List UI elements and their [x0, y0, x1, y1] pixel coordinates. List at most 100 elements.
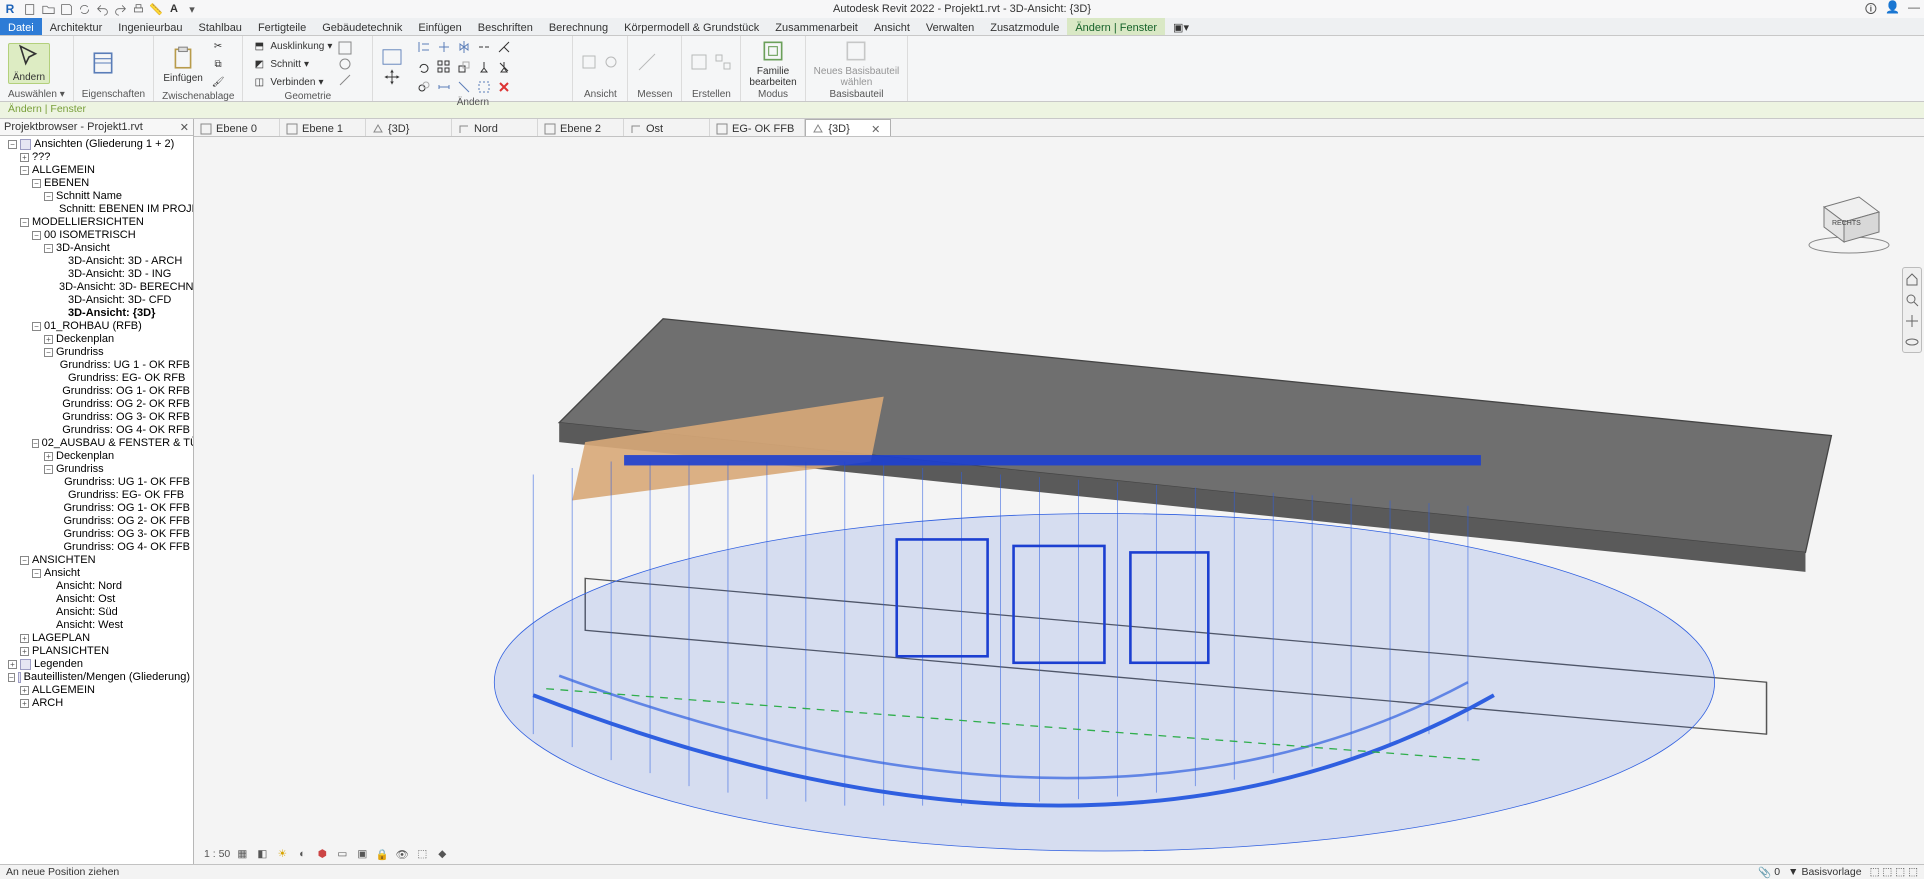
ribbon-expand-icon[interactable]: ▣▾	[1165, 18, 1197, 35]
reveal-icon[interactable]: ⬚	[414, 846, 430, 862]
tab-gebaeudetechnik[interactable]: Gebäudetechnik	[314, 18, 410, 35]
tab-berechnung[interactable]: Berechnung	[541, 18, 616, 35]
tree-ffb-og1[interactable]: Grundriss: OG 1- OK FFB	[63, 502, 190, 515]
delete-button[interactable]	[495, 78, 513, 96]
tree-lageplan[interactable]: LAGEPLAN	[32, 632, 90, 645]
view-tab-7[interactable]: {3D}✕	[805, 119, 891, 136]
tree-ffb-ug1[interactable]: Grundriss: UG 1- OK FFB	[64, 476, 190, 489]
view-scale[interactable]: 1 : 50	[204, 848, 230, 860]
tree-01-rohbau[interactable]: 01_ROHBAU (RFB)	[44, 320, 142, 333]
tree-modelliersichten[interactable]: MODELLIERSICHTEN	[32, 216, 144, 229]
worksharing-icon[interactable]: ◆	[434, 846, 450, 862]
view-tab-3[interactable]: Nord	[452, 119, 538, 136]
qat-undo-icon[interactable]	[94, 1, 110, 17]
navcube[interactable]: RECHTS	[1804, 177, 1894, 257]
cut-geom-button[interactable]: ◩Schnitt ▾	[251, 56, 332, 72]
tree-rohbau-deckenplan[interactable]: Deckenplan	[56, 333, 114, 346]
tab-beschriften[interactable]: Beschriften	[470, 18, 541, 35]
window-user-icon[interactable]: 👤	[1885, 0, 1900, 21]
tab-ingenieurbau[interactable]: Ingenieurbau	[110, 18, 190, 35]
view-tab-1[interactable]: Ebene 1	[280, 119, 366, 136]
nav-pan-icon[interactable]	[1905, 314, 1919, 328]
tree-02-ausbau[interactable]: 02_AUSBAU & FENSTER & TÜREN (FFB)	[42, 437, 193, 450]
visual-style-icon[interactable]: ◧	[254, 846, 270, 862]
mirror-button[interactable]	[455, 38, 473, 56]
tree-arch[interactable]: ARCH	[32, 697, 63, 710]
qat-open-icon[interactable]	[40, 1, 56, 17]
tree-ansichten[interactable]: ANSICHTEN	[32, 554, 96, 567]
activate-button[interactable]	[381, 48, 403, 66]
tab-stahlbau[interactable]: Stahlbau	[191, 18, 250, 35]
edit-family-button[interactable]: Familiebearbeiten	[749, 38, 796, 88]
shadows-icon[interactable]: ◐	[294, 846, 310, 862]
geom-icon-1[interactable]	[338, 41, 352, 55]
tree-rfb-og1[interactable]: Grundriss: OG 1- OK RFB	[62, 385, 190, 398]
split-button[interactable]	[475, 38, 493, 56]
tab-ansicht[interactable]: Ansicht	[866, 18, 918, 35]
view-tab-2[interactable]: {3D}	[366, 119, 452, 136]
pin-button[interactable]	[475, 58, 493, 76]
tree-ansicht-nord[interactable]: Ansicht: Nord	[56, 580, 122, 593]
tree-00-iso[interactable]: 00 ISOMETRISCH	[44, 229, 136, 242]
tree-ffb-og4[interactable]: Grundriss: OG 4- OK FFB	[63, 541, 190, 554]
detail-level-icon[interactable]: ▦	[234, 846, 250, 862]
tree-plansichten[interactable]: PLANSICHTEN	[32, 645, 109, 658]
window-min-icon[interactable]: —	[1908, 0, 1920, 21]
tree-ansicht-group[interactable]: Ansicht	[44, 567, 80, 580]
tree-rfb-eg[interactable]: Grundriss: EG- OK RFB	[68, 372, 185, 385]
qat-more-icon[interactable]: ▾	[184, 1, 200, 17]
tree-ansicht-ost[interactable]: Ansicht: Ost	[56, 593, 115, 606]
tree-rohbau-grundriss[interactable]: Grundriss	[56, 346, 104, 359]
copy-button-2[interactable]	[415, 78, 433, 96]
paste-button[interactable]: Einfügen	[162, 45, 204, 84]
tree-ausbau-grundriss[interactable]: Grundriss	[56, 463, 104, 476]
tree-schnitt-ebenen[interactable]: Schnitt: EBENEN IM PROJEKT	[59, 203, 193, 216]
tree-3d-ing[interactable]: 3D-Ansicht: 3D - ING	[68, 268, 171, 281]
crop-icon[interactable]: ▭	[334, 846, 350, 862]
panel-auswaehlen-dd[interactable]: ▾	[60, 89, 65, 100]
qat-file-icon[interactable]	[22, 1, 38, 17]
render-icon[interactable]: ⬢	[314, 846, 330, 862]
tree-ansicht-sued[interactable]: Ansicht: Süd	[56, 606, 118, 619]
status-icons[interactable]: ⬚ ⬚ ⬚ ⬚	[1870, 866, 1918, 878]
tree-ffb-og3[interactable]: Grundriss: OG 3- OK FFB	[63, 528, 190, 541]
copy-button[interactable]: ⧉	[210, 56, 226, 72]
join-button[interactable]: ◫Verbinden ▾	[251, 74, 332, 90]
sun-icon[interactable]: ☀	[274, 846, 290, 862]
view-tab-4[interactable]: Ebene 2	[538, 119, 624, 136]
tree-schnitt-name[interactable]: Schnitt Name	[56, 190, 122, 203]
window-help-icon[interactable]: 🛈	[1865, 0, 1877, 21]
cut-button[interactable]: ✂	[210, 38, 226, 54]
offset-button[interactable]	[435, 38, 453, 56]
nav-zoom-icon[interactable]	[1905, 293, 1919, 307]
tree-rfb-og2[interactable]: Grundriss: OG 2- OK RFB	[62, 398, 190, 411]
tab-koerpermodell[interactable]: Körpermodell & Grundstück	[616, 18, 767, 35]
tree-allgemein-2[interactable]: ALLGEMEIN	[32, 684, 95, 697]
tree-bauteil[interactable]: Bauteillisten/Mengen (Gliederung)	[24, 671, 190, 684]
tab-zusatzmodule[interactable]: Zusatzmodule	[982, 18, 1067, 35]
tree-allgemein[interactable]: ALLGEMEIN	[32, 164, 95, 177]
qat-sync-icon[interactable]	[76, 1, 92, 17]
view-tab-5[interactable]: Ost	[624, 119, 710, 136]
tree-rfb-ug1[interactable]: Grundriss: UG 1 - OK RFB	[60, 359, 190, 372]
dim-button[interactable]	[435, 78, 453, 96]
tree-root[interactable]: Ansichten (Gliederung 1 + 2)	[34, 138, 174, 151]
cope-button[interactable]: ⬒Ausklinkung ▾	[251, 38, 332, 54]
tab-verwalten[interactable]: Verwalten	[918, 18, 982, 35]
groupedit-button[interactable]	[475, 78, 493, 96]
tree-3d-current[interactable]: 3D-Ansicht: {3D}	[68, 307, 155, 320]
tree-3d-ansicht-group[interactable]: 3D-Ansicht	[56, 242, 110, 255]
align-button[interactable]	[415, 38, 433, 56]
crop-visible-icon[interactable]: ▣	[354, 846, 370, 862]
lock-icon[interactable]: 🔒	[374, 846, 390, 862]
view-tab-6[interactable]: EG- OK FFB	[710, 119, 805, 136]
tab-aendern-fenster[interactable]: Ändern | Fenster	[1067, 18, 1165, 35]
tab-einfuegen[interactable]: Einfügen	[410, 18, 469, 35]
project-tree[interactable]: −Ansichten (Gliederung 1 + 2) +??? −ALLG…	[0, 136, 193, 864]
geom-icon-2[interactable]	[338, 57, 352, 71]
nav-orbit-icon[interactable]	[1905, 335, 1919, 349]
3d-canvas[interactable]: RECHTS 1 : 50 ▦ ◧ ☀ ◐ ⬢ ▭ ▣ 🔒	[194, 137, 1924, 864]
rotate-button[interactable]	[415, 58, 433, 76]
scale-button[interactable]	[455, 58, 473, 76]
properties-button[interactable]	[82, 50, 124, 76]
